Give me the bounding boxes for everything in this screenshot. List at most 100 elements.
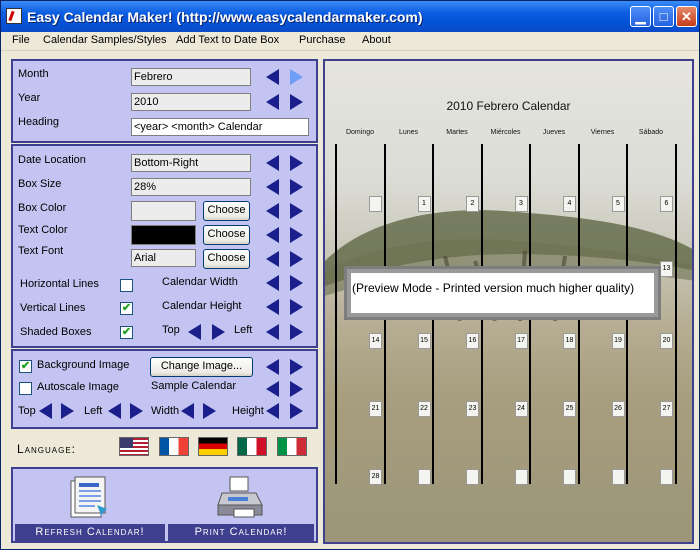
minimize-button[interactable]: ▁ (630, 6, 651, 27)
heading-input[interactable]: <year> <month> Calendar (131, 118, 309, 136)
month-label: Month (18, 68, 49, 80)
sample-next-arrow-icon[interactable] (290, 381, 303, 397)
day-box (611, 469, 625, 485)
menu-calendar-samples[interactable]: Calendar Samples/Styles (43, 34, 167, 46)
day-box: 18 (563, 333, 576, 349)
day-box: 2 (466, 196, 479, 212)
horizontal-lines-checkbox[interactable] (120, 279, 133, 292)
day-box: 27 (660, 401, 673, 417)
date-location-label: Date Location (18, 154, 86, 166)
day-box: 5 (611, 196, 625, 212)
app-window: Easy Calendar Maker! (http://www.easycal… (0, 0, 700, 550)
year-next-arrow-icon[interactable] (290, 94, 303, 110)
day-box: 25 (563, 401, 576, 417)
day-header: Martes (446, 129, 468, 136)
refresh-calendar-button[interactable]: Refresh Calendar! (15, 471, 165, 541)
mexico-flag-icon[interactable] (237, 437, 267, 456)
maximize-button[interactable]: □ (653, 6, 674, 27)
day-header: Jueves (542, 129, 566, 136)
bg-height-prev-arrow-icon[interactable] (266, 403, 279, 419)
image-next-arrow-icon[interactable] (290, 359, 303, 375)
date-location-next-arrow-icon[interactable] (290, 155, 303, 171)
text-font-prev-arrow-icon[interactable] (266, 251, 279, 267)
text-color-choose-button[interactable]: Choose (203, 225, 250, 245)
minimize-icon: ▁ (635, 9, 646, 24)
year-field[interactable]: 2010 (131, 93, 251, 111)
document-icon (70, 476, 107, 518)
italy-flag-icon[interactable] (277, 437, 307, 456)
text-font-label: Text Font (18, 245, 64, 257)
month-next-arrow-icon[interactable] (290, 69, 303, 85)
calendar-height-prev-arrow-icon[interactable] (266, 299, 279, 315)
close-icon: ✕ (681, 9, 692, 24)
text-color-prev-arrow-icon[interactable] (266, 227, 279, 243)
year-label: Year (18, 92, 41, 104)
shaded-boxes-checkbox[interactable]: ✔ (120, 326, 133, 339)
top-offset-next-arrow-icon[interactable] (212, 324, 225, 340)
autoscale-image-checkbox[interactable] (19, 382, 32, 395)
top-offset-prev-arrow-icon[interactable] (188, 324, 201, 340)
date-location-prev-arrow-icon[interactable] (266, 155, 279, 171)
day-box: 22 (417, 401, 431, 417)
germany-flag-icon[interactable] (198, 437, 228, 456)
box-color-prev-arrow-icon[interactable] (266, 203, 279, 219)
menu-file[interactable]: File (12, 34, 30, 46)
calendar-width-next-arrow-icon[interactable] (290, 275, 303, 291)
day-box: 4 (563, 196, 576, 212)
sample-calendar-label: Sample Calendar (151, 380, 236, 392)
left-offset-label: Left (234, 324, 253, 336)
box-color-next-arrow-icon[interactable] (290, 203, 303, 219)
day-box: 6 (660, 196, 673, 212)
text-color-next-arrow-icon[interactable] (290, 227, 303, 243)
menu-purchase[interactable]: Purchase (299, 34, 345, 46)
box-size-field[interactable]: 28% (131, 178, 251, 196)
window-title: Easy Calendar Maker! (http://www.easycal… (27, 9, 423, 25)
bg-left-next-arrow-icon[interactable] (130, 403, 143, 419)
vertical-lines-checkbox[interactable]: ✔ (120, 302, 133, 315)
day-box (563, 469, 576, 485)
calendar-width-prev-arrow-icon[interactable] (266, 275, 279, 291)
title-bar[interactable]: Easy Calendar Maker! (http://www.easycal… (1, 1, 699, 32)
day-box: 16 (466, 333, 479, 349)
year-prev-arrow-icon[interactable] (266, 94, 279, 110)
bg-width-prev-arrow-icon[interactable] (181, 403, 194, 419)
left-offset-next-arrow-icon[interactable] (290, 324, 303, 340)
bg-width-label: Width (151, 405, 180, 417)
day-box: 26 (611, 401, 625, 417)
day-box (369, 196, 382, 212)
month-prev-arrow-icon[interactable] (266, 69, 279, 85)
left-offset-prev-arrow-icon[interactable] (266, 324, 279, 340)
date-location-field[interactable]: Bottom-Right (131, 154, 251, 172)
image-prev-arrow-icon[interactable] (266, 359, 279, 375)
settings-sidebar: Month Febrero Year 2010 Heading <year> <… (7, 55, 321, 547)
text-font-choose-button[interactable]: Choose (203, 249, 250, 269)
background-image-checkbox[interactable]: ✔ (19, 360, 32, 373)
box-color-choose-button[interactable]: Choose (203, 201, 250, 221)
day-header: Sábado (638, 129, 664, 136)
bg-top-next-arrow-icon[interactable] (61, 403, 74, 419)
background-panel: ✔ Background Image Change Image... Autos… (11, 349, 318, 429)
bg-height-next-arrow-icon[interactable] (290, 403, 303, 419)
sample-prev-arrow-icon[interactable] (266, 381, 279, 397)
bg-top-prev-arrow-icon[interactable] (39, 403, 52, 419)
france-flag-icon[interactable] (159, 437, 189, 456)
change-image-button[interactable]: Change Image... (150, 357, 253, 377)
menu-about[interactable]: About (362, 34, 391, 46)
us-flag-icon[interactable] (119, 437, 149, 456)
box-size-next-arrow-icon[interactable] (290, 179, 303, 195)
text-font-next-arrow-icon[interactable] (290, 251, 303, 267)
close-button[interactable]: ✕ (676, 6, 697, 27)
app-icon[interactable] (6, 8, 22, 24)
calendar-height-next-arrow-icon[interactable] (290, 299, 303, 315)
bg-width-next-arrow-icon[interactable] (203, 403, 216, 419)
box-size-prev-arrow-icon[interactable] (266, 179, 279, 195)
heading-label: Heading (18, 116, 59, 128)
bg-left-prev-arrow-icon[interactable] (108, 403, 121, 419)
grid-vertical-line (674, 144, 677, 484)
day-box: 3 (514, 196, 528, 212)
text-font-field[interactable]: Arial (131, 249, 196, 267)
month-field[interactable]: Febrero (131, 68, 251, 86)
menu-add-text[interactable]: Add Text to Date Box (176, 34, 279, 46)
calendar-title: 2010 Febrero Calendar (446, 99, 571, 113)
print-calendar-button[interactable]: Print Calendar! (168, 471, 314, 541)
